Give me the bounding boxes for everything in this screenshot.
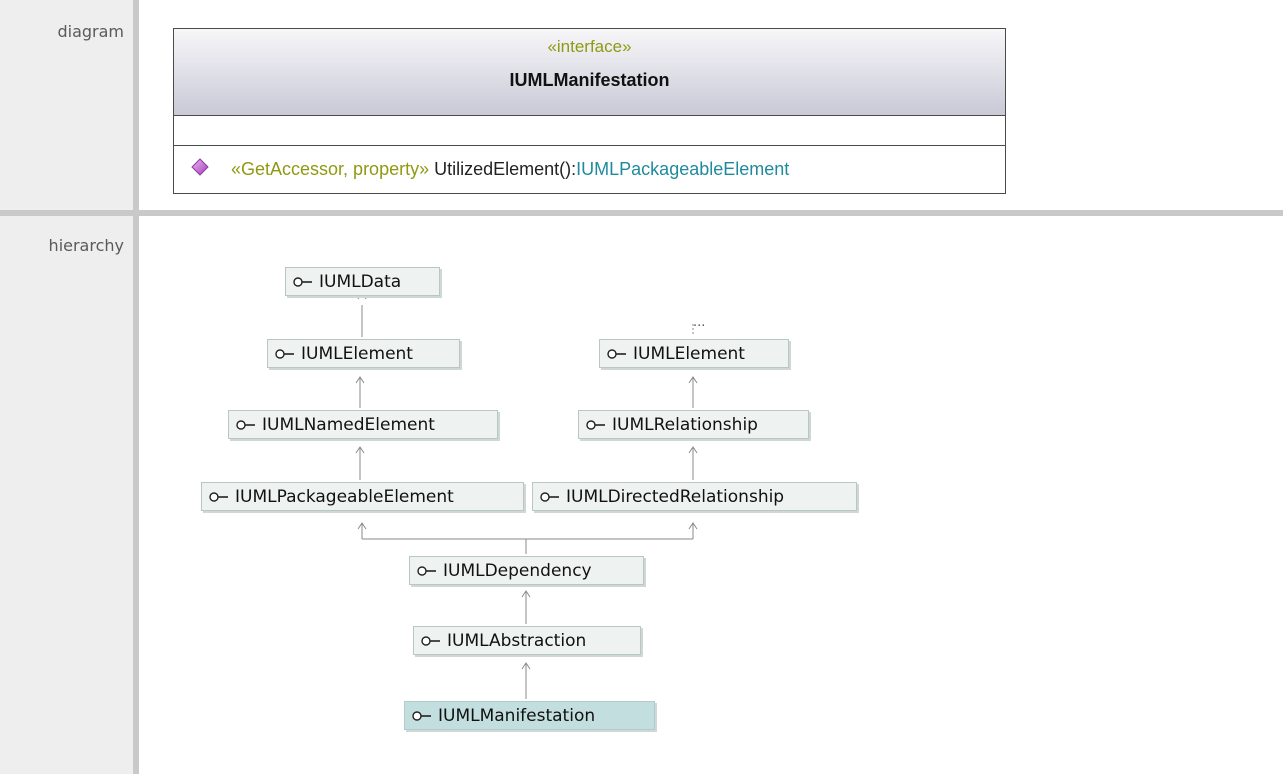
node-iumlmanifestation-current[interactable]: IUMLManifestation xyxy=(404,701,655,730)
node-label: IUMLPackageableElement xyxy=(235,486,454,507)
node-label: IUMLRelationship xyxy=(612,414,758,435)
node-label: IUMLManifestation xyxy=(438,705,596,726)
node-iumldata[interactable]: IUMLData xyxy=(285,267,440,296)
ellipsis-indicator: ... xyxy=(693,315,705,330)
interface-lollipop-icon xyxy=(275,348,294,359)
node-iumlpackageableelement[interactable]: IUMLPackageableElement xyxy=(201,482,524,511)
node-label: IUMLDependency xyxy=(443,560,592,581)
interface-lollipop-icon xyxy=(540,491,559,502)
interface-lollipop-icon xyxy=(412,710,431,721)
interface-lollipop-icon xyxy=(293,276,312,287)
interface-lollipop-icon xyxy=(236,419,255,430)
node-iumldependency[interactable]: IUMLDependency xyxy=(409,556,644,585)
node-iumlnamedelement[interactable]: IUMLNamedElement xyxy=(228,410,498,439)
node-label: IUMLAbstraction xyxy=(447,630,587,651)
documentation-table: diagram hierarchy «interface» IUMLManife… xyxy=(0,0,1283,774)
node-label: IUMLElement xyxy=(301,343,413,364)
interface-lollipop-icon xyxy=(417,565,436,576)
interface-lollipop-icon xyxy=(421,635,440,646)
node-label: IUMLData xyxy=(319,271,402,292)
node-iumlelement-right[interactable]: IUMLElement xyxy=(599,339,789,368)
hierarchy-edges: ... xyxy=(355,292,705,699)
node-label: IUMLElement xyxy=(633,343,745,364)
node-label: IUMLDirectedRelationship xyxy=(566,486,785,507)
node-iumlabstraction[interactable]: IUMLAbstraction xyxy=(413,626,641,655)
interface-lollipop-icon xyxy=(607,348,626,359)
node-iumldirectedrelationship[interactable]: IUMLDirectedRelationship xyxy=(532,482,857,511)
node-iumlrelationship[interactable]: IUMLRelationship xyxy=(578,410,809,439)
interface-lollipop-icon xyxy=(586,419,605,430)
node-label: IUMLNamedElement xyxy=(262,414,435,435)
interface-lollipop-icon xyxy=(209,491,228,502)
node-iumlelement-left[interactable]: IUMLElement xyxy=(267,339,460,368)
